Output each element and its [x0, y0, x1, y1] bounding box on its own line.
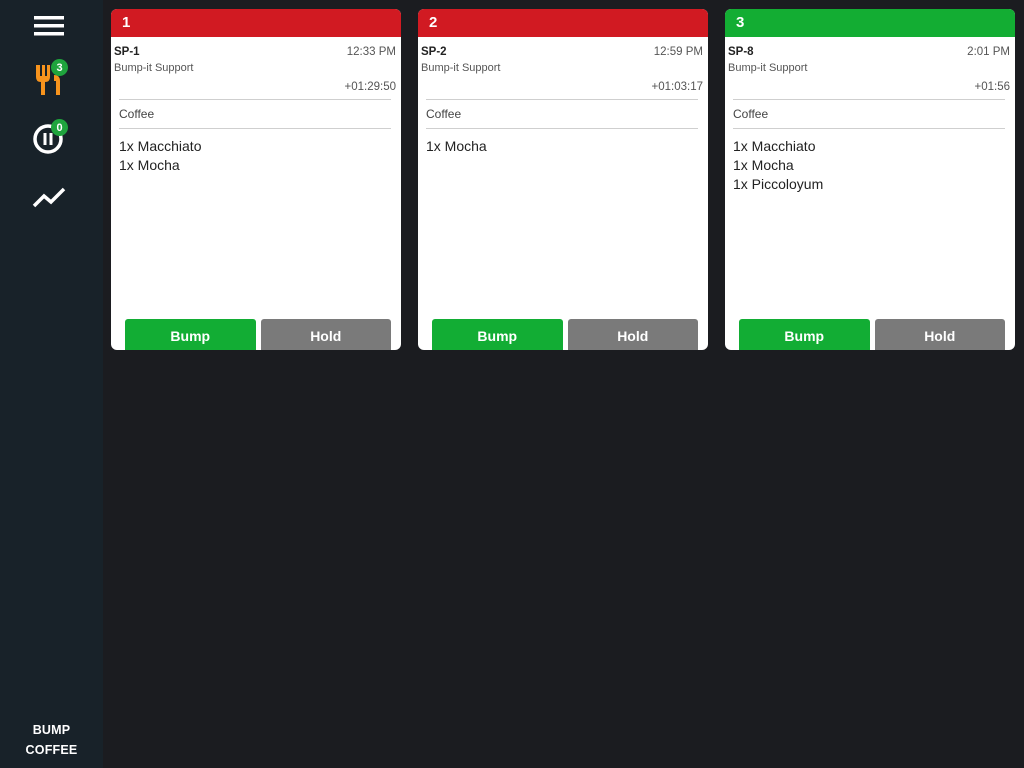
item-list: 1x Macchiato 1x Mocha	[114, 129, 396, 175]
elapsed-time: +01:56	[974, 81, 1011, 93]
orders-button[interactable]: 3	[26, 56, 72, 102]
elapsed-time: +01:29:50	[344, 81, 396, 93]
server-name: Bump-it Support	[421, 62, 501, 74]
order-id: SP-1	[114, 46, 140, 58]
category-label: Coffee	[119, 107, 155, 121]
server-name: Bump-it Support	[728, 62, 808, 74]
hamburger-icon	[34, 16, 64, 36]
order-item: 1x Macchiato	[733, 138, 816, 154]
held-count-badge: 0	[51, 119, 68, 136]
orders-count-badge: 3	[51, 59, 68, 76]
order-card[interactable]: 3 SP-8 2:01 PM Bump-it Support +01:56 Co…	[725, 9, 1015, 350]
card-number: 2	[418, 9, 708, 37]
hold-button[interactable]: Hold	[874, 319, 1005, 350]
order-id: SP-8	[728, 46, 754, 58]
order-time: 2:01 PM	[967, 46, 1010, 58]
category-label: Coffee	[426, 107, 462, 121]
order-item: 1x Mocha	[426, 138, 487, 154]
order-item: 1x Mocha	[119, 157, 180, 173]
card-number: 1	[111, 9, 401, 37]
sidebar: 3 0 BUMP COFFEE	[0, 0, 103, 768]
bump-button[interactable]: Bump	[739, 319, 870, 350]
bump-button[interactable]: Bump	[432, 319, 563, 350]
category-label: Coffee	[733, 107, 769, 121]
order-item: 1x Mocha	[733, 157, 794, 173]
bump-button[interactable]: Bump	[125, 319, 256, 350]
item-list: 1x Macchiato 1x Mocha 1x Piccoloyum	[728, 129, 1010, 194]
order-time: 12:59 PM	[653, 46, 703, 58]
held-orders-button[interactable]: 0	[26, 114, 72, 160]
order-card[interactable]: 2 SP-2 12:59 PM Bump-it Support +01:03:1…	[418, 9, 708, 350]
order-item: 1x Macchiato	[119, 138, 202, 154]
hold-button[interactable]: Hold	[260, 319, 391, 350]
trend-line-icon	[32, 187, 66, 208]
elapsed-time: +01:03:17	[651, 81, 703, 93]
menu-button[interactable]	[26, 3, 72, 49]
order-item: 1x Piccoloyum	[733, 176, 824, 192]
order-time: 12:33 PM	[346, 46, 396, 58]
order-card[interactable]: 1 SP-1 12:33 PM Bump-it Support +01:29:5…	[111, 9, 401, 350]
brand-logo: BUMP COFFEE	[0, 720, 103, 760]
hold-button[interactable]: Hold	[567, 319, 698, 350]
brand-line-2: COFFEE	[25, 743, 78, 757]
order-id: SP-2	[421, 46, 447, 58]
brand-line-1: BUMP	[32, 723, 71, 737]
card-number: 3	[725, 9, 1015, 37]
stats-button[interactable]	[26, 172, 72, 218]
item-list: 1x Mocha	[421, 129, 703, 156]
server-name: Bump-it Support	[114, 62, 194, 74]
